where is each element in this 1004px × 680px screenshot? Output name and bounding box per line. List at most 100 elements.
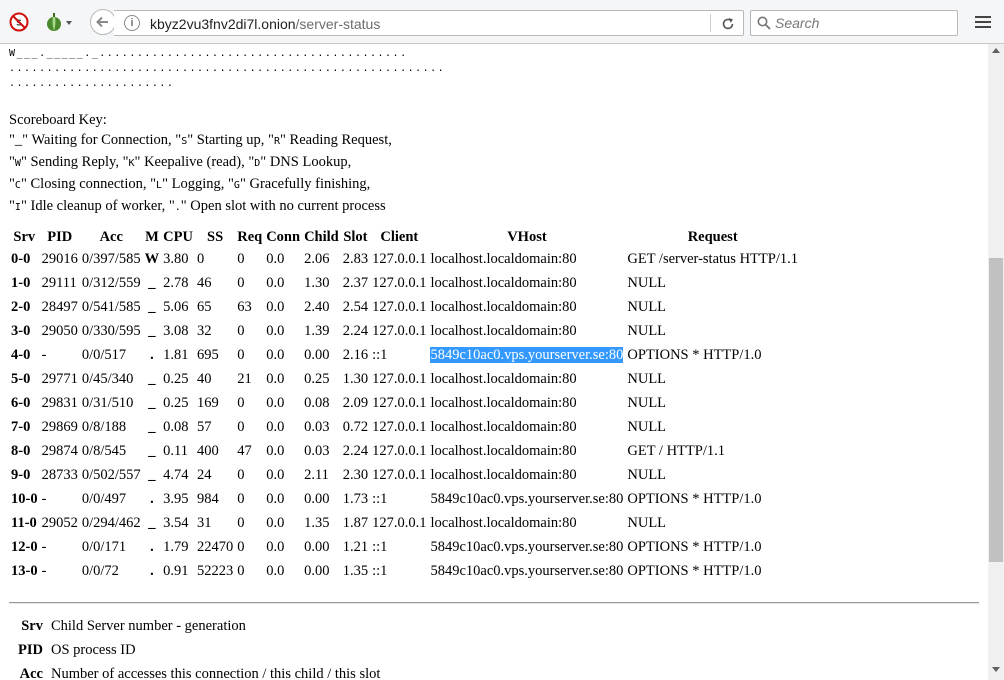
- cell-vhost: localhost.localdomain:80: [430, 394, 577, 411]
- cell-acc: 0/312/559: [81, 274, 141, 291]
- cell-slot: 1.30: [342, 370, 369, 387]
- cell-srv: 1-0: [11, 274, 31, 291]
- selected-text: 5849c10ac0.vps.yourserver.se:80: [430, 346, 624, 363]
- cell-vhost: localhost.localdomain:80: [430, 466, 577, 483]
- cell-slot: 2.83: [342, 250, 369, 267]
- key-text: "_" Waiting for Connection, ": [9, 132, 182, 148]
- scroll-down-arrow-icon[interactable]: [992, 667, 1000, 672]
- table-row: 11-0 29052 0/294/462 _ 3.54 31 0 0.0 1.35 1.87 127…: [9, 511, 800, 535]
- column-header-mode: M: [145, 228, 159, 245]
- tor-onion-button[interactable]: [42, 8, 78, 36]
- cell-pid: 29016: [41, 250, 78, 267]
- cell-conn: 0.0: [266, 562, 285, 579]
- cell-child: 1.35: [304, 514, 330, 531]
- cell-child: 2.06: [304, 250, 330, 267]
- cell-client: 127.0.0.1: [372, 250, 427, 267]
- browser-toolbar: S i kbyz2vu3fnv2di7l.onion/server-status: [0, 0, 1004, 44]
- table-row: 7-0 29869 0/8/188 _ 0.08 57 0 0.0 0.03 0.72 127.0.…: [9, 415, 800, 439]
- table-row: 0-0 29016 0/397/585 W 3.80 0 0 0.0 2.06 2.83 127.0…: [9, 247, 800, 271]
- cell-slot: 2.24: [342, 442, 369, 459]
- url-bar[interactable]: i kbyz2vu3fnv2di7l.onion/server-status: [114, 10, 744, 36]
- cell-slot: 1.21: [342, 538, 369, 555]
- cell-child: 2.40: [304, 298, 330, 315]
- cell-mode: _: [148, 514, 156, 531]
- cell-request: GET / HTTP/1.1: [627, 442, 725, 459]
- cell-req: 0: [237, 538, 245, 555]
- table-header-row: Srv PID Acc M CPU SS Req Conn Child Slot Client VHo…: [9, 227, 800, 247]
- table-row: 6-0 29831 0/31/510 _ 0.25 169 0 0.0 0.08 2.09 127.…: [9, 391, 800, 415]
- cell-conn: 0.0: [266, 274, 285, 291]
- cell-client: 127.0.0.1: [372, 442, 427, 459]
- cell-pid: 29874: [41, 442, 78, 459]
- cell-cpu: 3.54: [163, 514, 189, 531]
- column-header-child: Child: [304, 228, 339, 245]
- back-button[interactable]: [90, 9, 116, 35]
- cell-cpu: 3.80: [163, 250, 189, 267]
- cell-request: OPTIONS * HTTP/1.0: [627, 346, 762, 363]
- cell-acc: 0/8/188: [81, 418, 127, 435]
- scroll-up-arrow-icon[interactable]: [992, 48, 1000, 53]
- cell-req: 0: [237, 250, 245, 267]
- cell-request: NULL: [627, 418, 667, 435]
- cell-cpu: 1.79: [163, 538, 189, 555]
- cell-mode: _: [148, 298, 156, 315]
- search-bar[interactable]: [750, 10, 958, 36]
- url-text[interactable]: kbyz2vu3fnv2di7l.onion/server-status: [150, 16, 380, 32]
- cell-mode: _: [148, 466, 156, 483]
- cell-client: 127.0.0.1: [372, 322, 427, 339]
- reload-icon: [722, 18, 734, 30]
- cell-request: OPTIONS * HTTP/1.0: [627, 562, 762, 579]
- cell-child: 1.39: [304, 322, 330, 339]
- cell-acc: 0/541/585: [81, 298, 141, 315]
- cell-request: NULL: [627, 394, 667, 411]
- cell-client: 127.0.0.1: [372, 514, 427, 531]
- site-info-icon[interactable]: i: [124, 15, 140, 31]
- cell-conn: 0.0: [266, 418, 285, 435]
- cell-client: 127.0.0.1: [372, 418, 427, 435]
- key-text: " Keepalive (read), ": [134, 154, 255, 170]
- hamburger-menu-icon[interactable]: [972, 13, 994, 33]
- cell-ss: 22470: [196, 538, 234, 555]
- cell-pid: -: [41, 562, 47, 579]
- cell-req: 21: [237, 370, 252, 387]
- cell-mode: .: [150, 490, 154, 507]
- noscript-icon[interactable]: S: [6, 8, 32, 36]
- cell-conn: 0.0: [266, 514, 285, 531]
- cell-child: 1.30: [304, 274, 330, 291]
- cell-cpu: 0.25: [163, 394, 189, 411]
- cell-client: ::1: [372, 490, 388, 507]
- cell-srv: 9-0: [11, 466, 31, 483]
- column-header-pid: PID: [47, 228, 73, 245]
- key-text: " Logging, ": [162, 176, 234, 192]
- cell-req: 0: [237, 466, 245, 483]
- cell-pid: 29869: [41, 418, 78, 435]
- search-input[interactable]: [775, 13, 951, 33]
- cell-slot: 1.73: [342, 490, 369, 507]
- cell-mode: _: [148, 394, 156, 411]
- cell-mode: _: [148, 370, 156, 387]
- cell-pid: 29052: [41, 514, 78, 531]
- cell-mode: .: [150, 346, 154, 363]
- vertical-scrollbar[interactable]: [988, 44, 1004, 680]
- cell-ss: 24: [196, 466, 212, 483]
- cell-mode: _: [148, 274, 156, 291]
- scoreboard-key-line: "W" Sending Reply, "K" Keepalive (read),…: [9, 152, 392, 174]
- cell-slot: 2.54: [342, 298, 369, 315]
- column-header-request: Request: [687, 228, 738, 245]
- cell-pid: -: [41, 346, 47, 363]
- cell-client: ::1: [372, 562, 388, 579]
- cell-pid: -: [41, 490, 47, 507]
- cell-srv: 6-0: [11, 394, 31, 411]
- table-row: 4-0- 0/0/517. 1.81 695 0 0.0 0.00 2.16::1 5849c1…: [9, 343, 800, 367]
- cell-pid: 28733: [41, 466, 78, 483]
- cell-acc: 0/0/517: [81, 346, 127, 363]
- cell-srv: 5-0: [11, 370, 31, 387]
- reload-button[interactable]: [718, 14, 738, 34]
- cell-ss: 40: [196, 370, 212, 387]
- cell-client: 127.0.0.1: [372, 298, 427, 315]
- cell-pid: 29771: [41, 370, 78, 387]
- cell-acc: 0/31/510: [81, 394, 134, 411]
- cell-child: 0.00: [304, 562, 330, 579]
- scrollbar-thumb[interactable]: [989, 258, 1003, 562]
- key-text: " Sending Reply, ": [20, 154, 129, 170]
